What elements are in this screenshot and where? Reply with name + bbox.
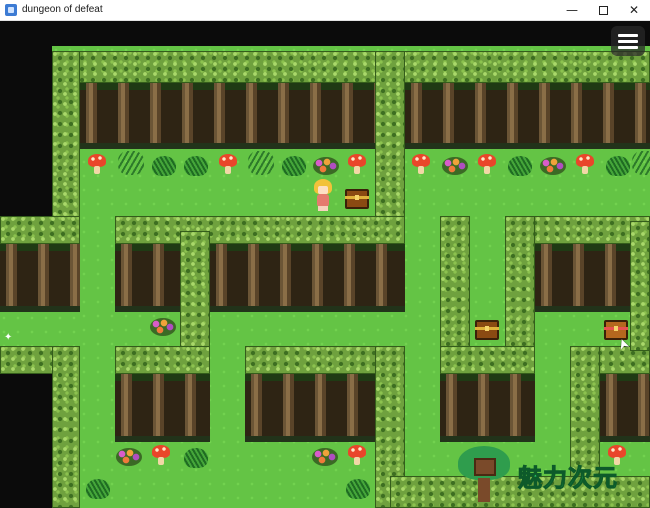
mushroom-plant [346, 445, 368, 465]
tree-row [600, 374, 650, 442]
watermark-logo: 魅力次元 [456, 446, 646, 506]
berry-bush [150, 318, 176, 336]
hedge-wall [52, 51, 80, 226]
tree-row [115, 244, 180, 312]
minimize-button[interactable]: — [557, 0, 587, 21]
window-title: dungeon of defeat [22, 4, 103, 15]
sparkle-icon: ✦ [4, 332, 13, 343]
fern-plant [632, 151, 650, 175]
treasure-chest[interactable] [345, 189, 369, 209]
hamburger-menu-button[interactable] [611, 26, 645, 56]
hedge-wall [115, 346, 210, 374]
title-bar: dungeon of defeat — ✕ [0, 0, 650, 21]
close-button[interactable]: ✕ [619, 0, 649, 21]
hedge-wall [505, 216, 535, 366]
hedge-wall [375, 51, 405, 241]
berry-bush [313, 157, 339, 175]
tree-row [245, 374, 375, 442]
mushroom-plant [574, 154, 596, 174]
tree-row [440, 374, 535, 442]
menu-line [618, 40, 638, 43]
tree-row [115, 374, 210, 442]
mushroom-plant [217, 154, 239, 174]
treasure-chest[interactable] [475, 320, 499, 340]
tree-row [0, 244, 80, 312]
tree-row [210, 244, 405, 312]
fern-plant [118, 151, 144, 175]
hedge-wall [630, 221, 650, 351]
player-character[interactable] [312, 179, 334, 211]
clover-patch [508, 156, 532, 176]
fern-plant [248, 151, 274, 175]
hedge-wall [52, 51, 650, 83]
hedge-wall [115, 216, 405, 244]
tree-row [80, 83, 375, 149]
grass-bush [184, 448, 208, 468]
mushroom-plant [410, 154, 432, 174]
hedge-wall [0, 216, 80, 244]
grass-bush [346, 479, 370, 499]
app-icon [5, 4, 17, 16]
berry-bush [442, 157, 468, 175]
berry-bush [540, 157, 566, 175]
hedge-wall [440, 346, 535, 374]
berry-bush [312, 448, 338, 466]
mushroom-plant [86, 154, 108, 174]
tree-row [405, 83, 650, 149]
grass-bush [184, 156, 208, 176]
mushroom-plant [346, 154, 368, 174]
hedge-wall [440, 216, 470, 356]
maximize-button[interactable] [588, 0, 618, 21]
maximize-icon [598, 6, 608, 15]
grass-bush [606, 156, 630, 176]
game-viewport[interactable]: ✦ ➤ 魅力次元 [0, 21, 650, 508]
hedge-wall [52, 346, 80, 508]
watermark-text: 魅力次元 [518, 464, 618, 493]
grass-bush [86, 479, 110, 499]
grass-bush [282, 156, 306, 176]
mushroom-plant [150, 445, 172, 465]
treehouse-logo-icon [456, 446, 512, 504]
tree-row [535, 244, 630, 312]
berry-bush [116, 448, 142, 466]
menu-line [618, 34, 638, 37]
menu-line [618, 46, 638, 49]
grass-bush [152, 156, 176, 176]
mushroom-plant [476, 154, 498, 174]
